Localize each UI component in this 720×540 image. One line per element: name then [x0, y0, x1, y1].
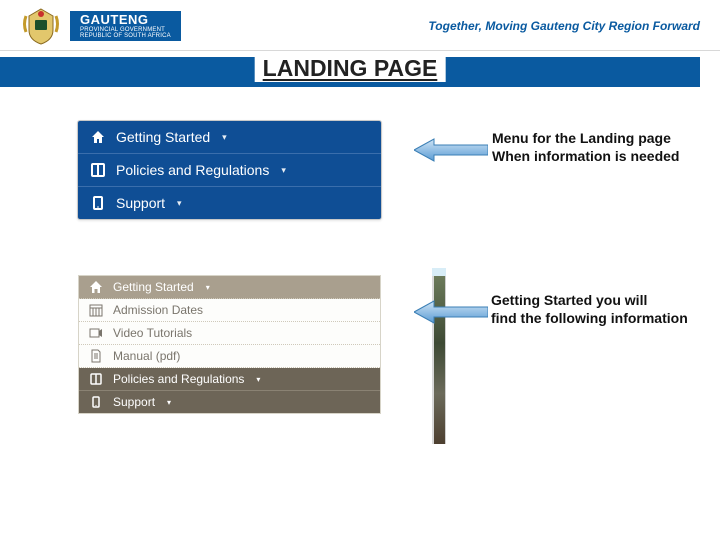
- annotation-line: Getting Started you will: [491, 292, 706, 310]
- submenu-video-tutorials[interactable]: Video Tutorials: [79, 322, 380, 345]
- expanded-menu-label: Policies and Regulations: [113, 372, 244, 386]
- submenu-label: Video Tutorials: [113, 326, 192, 340]
- menu-item-label: Policies and Regulations: [116, 162, 269, 178]
- book-icon: [90, 162, 106, 178]
- arrow-icon: [414, 138, 488, 162]
- book-icon: [89, 372, 103, 386]
- submenu-label: Admission Dates: [113, 303, 203, 317]
- expanded-menu-header-label: Getting Started: [113, 280, 194, 294]
- arrow-icon: [414, 300, 488, 324]
- menu-item-support[interactable]: Support ▾: [78, 187, 381, 219]
- chevron-down-icon: ▾: [167, 398, 171, 407]
- annotation-line: Menu for the Landing page: [492, 130, 697, 148]
- chevron-down-icon: ▾: [177, 198, 182, 209]
- chevron-down-icon: ▾: [206, 283, 210, 292]
- home-icon: [89, 280, 103, 294]
- expanded-menu: Getting Started ▾ Admission Dates Video …: [78, 275, 381, 414]
- chevron-down-icon: ▾: [256, 375, 260, 384]
- calendar-icon: [89, 303, 103, 317]
- menu-item-label: Support: [116, 195, 165, 211]
- menu-item-policies[interactable]: Policies and Regulations ▾: [78, 154, 381, 187]
- photo-sliver-sky: [432, 268, 446, 276]
- menu-item-label: Getting Started: [116, 129, 210, 145]
- expanded-menu-policies[interactable]: Policies and Regulations ▾: [79, 368, 380, 391]
- annotation-line: find the following information: [491, 310, 706, 328]
- device-icon: [90, 195, 106, 211]
- logo-block: GAUTENG PROVINCIAL GOVERNMENT REPUBLIC O…: [20, 6, 181, 46]
- document-icon: [89, 349, 103, 363]
- crest-icon: [20, 6, 62, 46]
- page-header: GAUTENG PROVINCIAL GOVERNMENT REPUBLIC O…: [0, 0, 720, 51]
- device-icon: [89, 395, 103, 409]
- annotation-line: When information is needed: [492, 148, 697, 166]
- chevron-down-icon: ▾: [281, 165, 286, 176]
- brand-name: GAUTENG: [80, 13, 171, 27]
- submenu-label: Manual (pdf): [113, 349, 180, 363]
- brand-sub2: REPUBLIC OF SOUTH AFRICA: [80, 33, 171, 39]
- video-icon: [89, 326, 103, 340]
- primary-menu: Getting Started ▾ Policies and Regulatio…: [77, 120, 382, 220]
- menu-item-getting-started[interactable]: Getting Started ▾: [78, 121, 381, 154]
- expanded-menu-support[interactable]: Support ▾: [79, 391, 380, 413]
- submenu-manual[interactable]: Manual (pdf): [79, 345, 380, 368]
- annotation-1: Menu for the Landing page When informati…: [492, 130, 697, 165]
- expanded-menu-label: Support: [113, 395, 155, 409]
- expanded-menu-header[interactable]: Getting Started ▾: [79, 276, 380, 299]
- header-tagline: Together, Moving Gauteng City Region For…: [428, 19, 700, 33]
- brand-badge: GAUTENG PROVINCIAL GOVERNMENT REPUBLIC O…: [70, 11, 181, 41]
- annotation-2: Getting Started you will find the follow…: [491, 292, 706, 327]
- title-bar: LANDING PAGE: [0, 57, 700, 87]
- page-title: LANDING PAGE: [255, 55, 446, 82]
- chevron-down-icon: ▾: [222, 132, 227, 143]
- home-icon: [90, 129, 106, 145]
- submenu-admission-dates[interactable]: Admission Dates: [79, 299, 380, 322]
